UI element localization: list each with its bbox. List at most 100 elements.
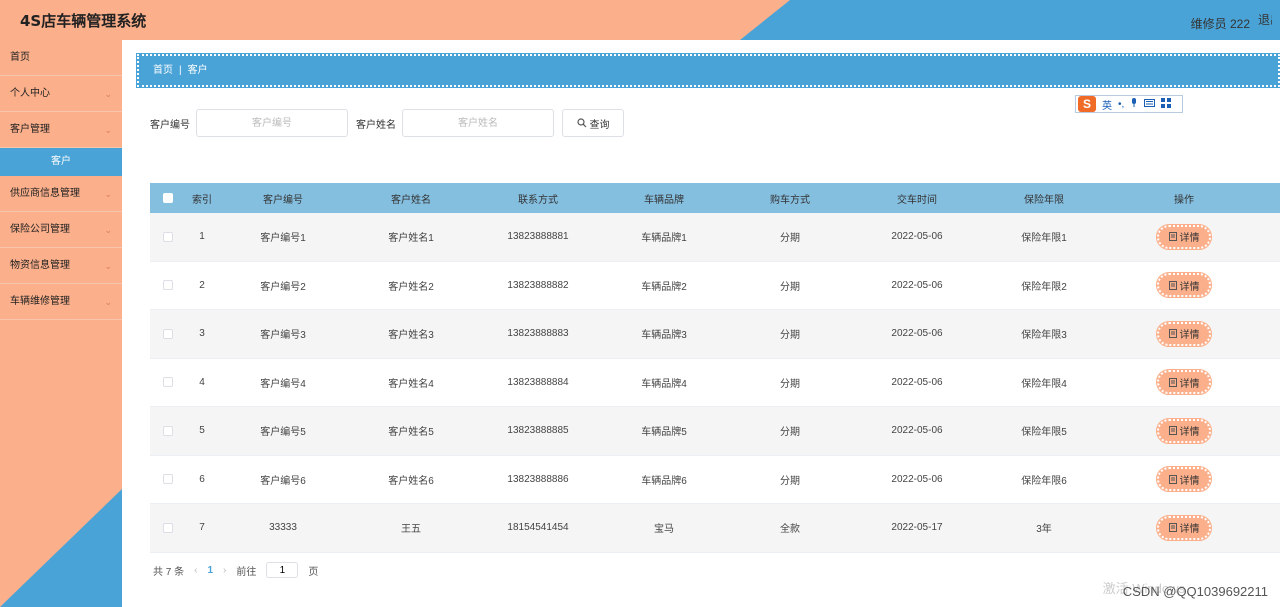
cell-car-brand: 车辆品牌6 bbox=[641, 475, 687, 487]
row-checkbox[interactable] bbox=[163, 522, 173, 533]
header-customer-name: 客户姓名 bbox=[391, 194, 431, 206]
sidebar-item-4[interactable]: 保险公司管理 ⌄ bbox=[0, 212, 122, 248]
chevron-down-icon: ⌄ bbox=[104, 89, 112, 99]
actions-cell: 详情 bbox=[1108, 514, 1260, 541]
header-contact: 联系方式 bbox=[518, 194, 558, 206]
actions-cell: 详情 bbox=[1108, 466, 1260, 493]
detail-button[interactable]: 详情 bbox=[1156, 320, 1212, 347]
sidebar-item-0[interactable]: 首页 bbox=[0, 40, 122, 76]
search-button[interactable]: 查询 bbox=[562, 109, 624, 137]
detail-button[interactable]: 详情 bbox=[1156, 466, 1212, 493]
row-select-cell bbox=[150, 328, 186, 339]
grid-icon[interactable] bbox=[1161, 97, 1172, 111]
prev-page-icon[interactable]: ‹ bbox=[194, 565, 197, 576]
punct-icon[interactable]: •, bbox=[1118, 99, 1124, 110]
select-all-cell bbox=[150, 193, 186, 203]
detail-button[interactable]: 详情 bbox=[1156, 369, 1212, 396]
logout-link[interactable]: 退出 bbox=[1258, 11, 1272, 28]
row-checkbox[interactable] bbox=[163, 474, 173, 485]
page-unit-label: 页 bbox=[308, 566, 319, 578]
sogou-logo-icon[interactable]: S bbox=[1078, 96, 1096, 112]
cell-contact: 13823888885 bbox=[507, 425, 569, 437]
detail-button[interactable]: 详情 bbox=[1156, 417, 1212, 444]
actions-cell: 详情 bbox=[1108, 320, 1260, 347]
pager-total: 共 7 条 bbox=[153, 566, 185, 578]
detail-button[interactable]: 详情 bbox=[1156, 223, 1212, 250]
row-checkbox[interactable] bbox=[163, 377, 173, 388]
sidebar-item-label: 保险公司管理 bbox=[10, 224, 70, 235]
breadcrumb-separator: | bbox=[179, 65, 182, 76]
header-insurance-years: 保险年限 bbox=[1024, 194, 1064, 206]
username: 维修员 222 bbox=[1190, 17, 1250, 31]
cell-purchase-method: 分期 bbox=[780, 475, 800, 487]
header-actions: 操作 bbox=[1174, 194, 1194, 206]
cell-customer-id: 客户编号5 bbox=[260, 427, 306, 439]
cell-index: 6 bbox=[199, 473, 205, 485]
table-row: 7 33333 王五 18154541454 宝马 全款 2022-05-17 3年 详情 bbox=[150, 504, 1280, 553]
header-purchase-method: 购车方式 bbox=[770, 194, 810, 206]
cell-customer-id: 客户编号1 bbox=[260, 233, 306, 245]
breadcrumb: 首页 | 客户 bbox=[136, 53, 1280, 88]
sidebar-corner-decoration bbox=[0, 489, 122, 607]
row-select-cell bbox=[150, 522, 186, 533]
cell-purchase-method: 分期 bbox=[780, 281, 800, 293]
detail-button-label: 详情 bbox=[1179, 330, 1200, 342]
actions-cell: 详情 bbox=[1108, 369, 1260, 396]
cell-customer-name: 王五 bbox=[401, 524, 421, 536]
sidebar-subitem-customer[interactable]: 客户 bbox=[0, 148, 122, 176]
table-row: 1 客户编号1 客户姓名1 13823888881 车辆品牌1 分期 2022-05-06 保… bbox=[150, 213, 1280, 262]
detail-button[interactable]: 详情 bbox=[1156, 514, 1212, 541]
search-icon bbox=[576, 118, 586, 128]
sidebar-item-5[interactable]: 物资信息管理 ⌄ bbox=[0, 248, 122, 284]
cell-insurance-years: 保险年限4 bbox=[1021, 378, 1067, 390]
table-row: 2 客户编号2 客户姓名2 13823888882 车辆品牌2 分期 2022-05-06 保… bbox=[150, 262, 1280, 310]
detail-button[interactable]: 详情 bbox=[1156, 272, 1212, 299]
cell-contact: 13823888883 bbox=[507, 328, 569, 340]
row-select-cell bbox=[150, 474, 186, 485]
sidebar-item-6[interactable]: 车辆维修管理 ⌄ bbox=[0, 284, 122, 320]
user-area: 维修员 222 退出 bbox=[1191, 11, 1280, 32]
sidebar-item-2[interactable]: 客户管理 ⌄ bbox=[0, 112, 122, 148]
cell-customer-id: 客户编号3 bbox=[260, 330, 306, 342]
cell-delivery-date: 2022-05-06 bbox=[891, 425, 943, 437]
row-select-cell bbox=[150, 425, 186, 436]
customer-id-input[interactable] bbox=[196, 109, 348, 137]
goto-page-input[interactable] bbox=[266, 562, 299, 578]
detail-button-label: 详情 bbox=[1179, 524, 1200, 536]
customer-id-label: 客户编号 bbox=[150, 119, 190, 131]
table-row: 3 客户编号3 客户姓名3 13823888883 车辆品牌3 分期 2022-05-06 保… bbox=[150, 310, 1280, 359]
row-checkbox[interactable] bbox=[163, 231, 173, 242]
cell-customer-name: 客户姓名3 bbox=[388, 330, 434, 342]
detail-button-label: 详情 bbox=[1179, 475, 1200, 487]
cell-customer-id: 客户编号4 bbox=[260, 378, 306, 390]
ime-toolbar[interactable]: S 英 •, bbox=[1075, 95, 1183, 113]
sidebar-item-label: 个人中心 bbox=[10, 88, 50, 99]
table-row: 5 客户编号5 客户姓名5 13823888885 车辆品牌5 分期 2022-05-06 保… bbox=[150, 407, 1280, 456]
document-icon bbox=[1168, 329, 1177, 339]
table-body: 1 客户编号1 客户姓名1 13823888881 车辆品牌1 分期 2022-05-06 保… bbox=[150, 213, 1280, 553]
sidebar-item-3[interactable]: 供应商信息管理 ⌄ bbox=[0, 176, 122, 212]
header-index: 索引 bbox=[192, 194, 212, 206]
mic-icon[interactable] bbox=[1130, 97, 1138, 111]
keyboard-icon[interactable] bbox=[1144, 98, 1156, 110]
ime-language[interactable]: 英 bbox=[1102, 97, 1112, 112]
row-checkbox[interactable] bbox=[163, 328, 173, 339]
sidebar-item-label: 车辆维修管理 bbox=[10, 296, 70, 307]
cell-customer-id: 33333 bbox=[269, 522, 297, 534]
customer-name-input[interactable] bbox=[402, 109, 554, 137]
select-all-checkbox[interactable] bbox=[163, 193, 173, 203]
row-select-cell bbox=[150, 280, 186, 291]
next-page-icon[interactable]: › bbox=[223, 565, 226, 576]
sidebar-menu: 首页 个人中心 ⌄ 客户管理 ⌄ 客户 供应商信息管理 ⌄ 保险公司管理 ⌄ 物资信息管理 ⌄ 车辆维修… bbox=[0, 40, 122, 320]
cell-customer-id: 客户编号2 bbox=[260, 281, 306, 293]
chevron-down-icon: ⌄ bbox=[104, 261, 112, 271]
current-page[interactable]: 1 bbox=[207, 565, 213, 576]
cell-purchase-method: 分期 bbox=[780, 378, 800, 390]
breadcrumb-home[interactable]: 首页 bbox=[153, 65, 173, 76]
sidebar-item-1[interactable]: 个人中心 ⌄ bbox=[0, 76, 122, 112]
cell-car-brand: 车辆品牌5 bbox=[641, 427, 687, 439]
cell-contact: 13823888881 bbox=[507, 231, 569, 243]
cell-customer-name: 客户姓名6 bbox=[388, 475, 434, 487]
row-checkbox[interactable] bbox=[163, 425, 173, 436]
row-checkbox[interactable] bbox=[163, 280, 173, 291]
